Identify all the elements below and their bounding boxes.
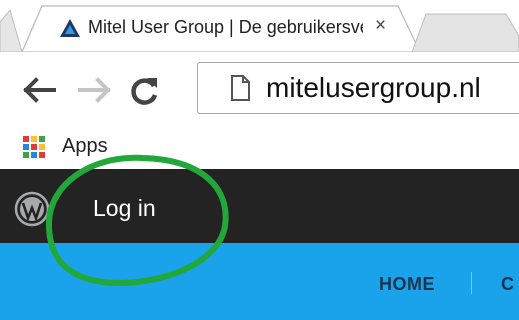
nav-item-partial[interactable]: C	[501, 274, 514, 295]
forward-arrow-icon[interactable]	[76, 76, 112, 104]
nav-item-home[interactable]: HOME	[379, 274, 435, 295]
tab-strip: Mitel User Group | De gebruikersverenigi…	[0, 0, 519, 52]
url-text[interactable]: mitelusergroup.nl	[266, 72, 481, 104]
back-arrow-icon[interactable]	[22, 76, 58, 104]
wordpress-icon[interactable]	[14, 191, 50, 227]
page-icon	[231, 75, 250, 101]
apps-grid-icon[interactable]	[22, 135, 46, 159]
login-link[interactable]: Log in	[93, 195, 156, 222]
wp-admin-bar	[0, 169, 519, 243]
nav-divider	[471, 272, 472, 294]
tab-title[interactable]: Mitel User Group | De gebruikersverenigi…	[88, 17, 363, 38]
reload-icon[interactable]	[128, 74, 162, 108]
mitel-triangle-icon	[60, 19, 80, 37]
tab-close-button[interactable]: ×	[375, 15, 386, 37]
apps-bookmark[interactable]: Apps	[62, 135, 108, 158]
site-header	[0, 243, 519, 320]
